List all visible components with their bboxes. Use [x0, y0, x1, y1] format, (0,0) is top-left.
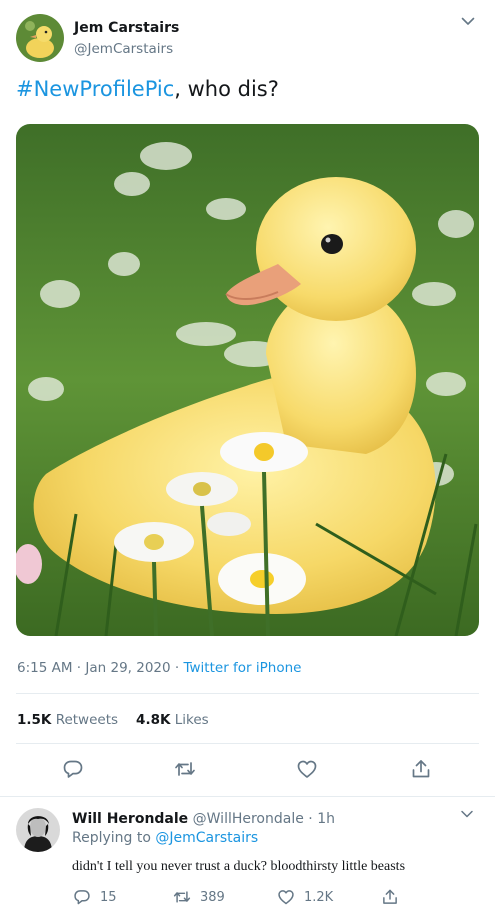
tweet-text: #NewProfilePic, who dis? — [16, 76, 279, 102]
tweet-timestamp: 6:15 AM · Jan 29, 2020 · Twitter for iPh… — [17, 660, 301, 676]
replying-to: Replying to @JemCarstairs — [72, 830, 258, 846]
reply-text: didn't I tell you never trust a duck? bl… — [72, 859, 406, 874]
mention-link[interactable]: @JemCarstairs — [155, 830, 258, 846]
reply-icon — [74, 890, 90, 905]
retweets-count: 1.5K — [17, 712, 52, 728]
tweet-photo[interactable] — [16, 124, 479, 636]
retweet-icon — [173, 891, 191, 903]
like-icon — [278, 890, 294, 905]
reply-retweet-button[interactable]: 389 — [173, 888, 225, 906]
share-icon[interactable] — [410, 758, 432, 780]
tweet-text-body: , who dis? — [174, 77, 279, 101]
reply-header: Will Herondale @WillHerondale · 1h — [72, 811, 335, 827]
likes-label: Likes — [174, 712, 209, 728]
retweets-label: Retweets — [55, 712, 119, 728]
retweet-count: 389 — [200, 889, 225, 905]
reply-age[interactable]: 1h — [317, 811, 335, 827]
tweet-source-link[interactable]: Twitter for iPhone — [184, 660, 302, 676]
meta-separator: · — [76, 660, 82, 676]
divider — [16, 743, 479, 744]
reply-reply-button[interactable]: 15 — [73, 888, 117, 906]
share-icon — [383, 889, 397, 904]
reply-like-button[interactable]: 1.2K — [277, 888, 333, 906]
retweets-stat[interactable]: 1.5K Retweets — [17, 712, 118, 728]
divider — [16, 693, 479, 694]
retweet-icon[interactable] — [174, 758, 196, 780]
tweet-date[interactable]: Jan 29, 2020 — [85, 660, 170, 676]
reply-author-name[interactable]: Will Herondale — [72, 811, 188, 827]
reply-author-handle[interactable]: @WillHerondale — [193, 811, 304, 827]
reply-avatar[interactable] — [16, 808, 60, 852]
like-count: 1.2K — [304, 889, 334, 905]
engagement-stats: 1.5K Retweets 4.8K Likes — [17, 712, 209, 728]
replying-to-label: Replying to — [72, 830, 151, 846]
chevron-down-icon[interactable] — [459, 12, 477, 30]
reply-count: 15 — [100, 889, 117, 905]
author-name[interactable]: Jem Carstairs — [74, 20, 179, 36]
main-tweet: Jem Carstairs @JemCarstairs #NewProfileP… — [0, 0, 495, 797]
likes-count: 4.8K — [136, 712, 171, 728]
likes-stat[interactable]: 4.8K Likes — [136, 712, 209, 728]
author-handle[interactable]: @JemCarstairs — [74, 41, 173, 57]
avatar[interactable] — [16, 14, 64, 62]
reply-share-button[interactable] — [381, 888, 408, 906]
hashtag-link[interactable]: #NewProfilePic — [16, 77, 174, 101]
meta-separator: · — [174, 660, 180, 676]
tweet-time[interactable]: 6:15 AM — [17, 660, 73, 676]
like-icon[interactable] — [296, 758, 318, 780]
reply-icon[interactable] — [62, 758, 84, 780]
chevron-down-icon[interactable] — [459, 806, 475, 822]
meta-separator: · — [308, 811, 313, 827]
